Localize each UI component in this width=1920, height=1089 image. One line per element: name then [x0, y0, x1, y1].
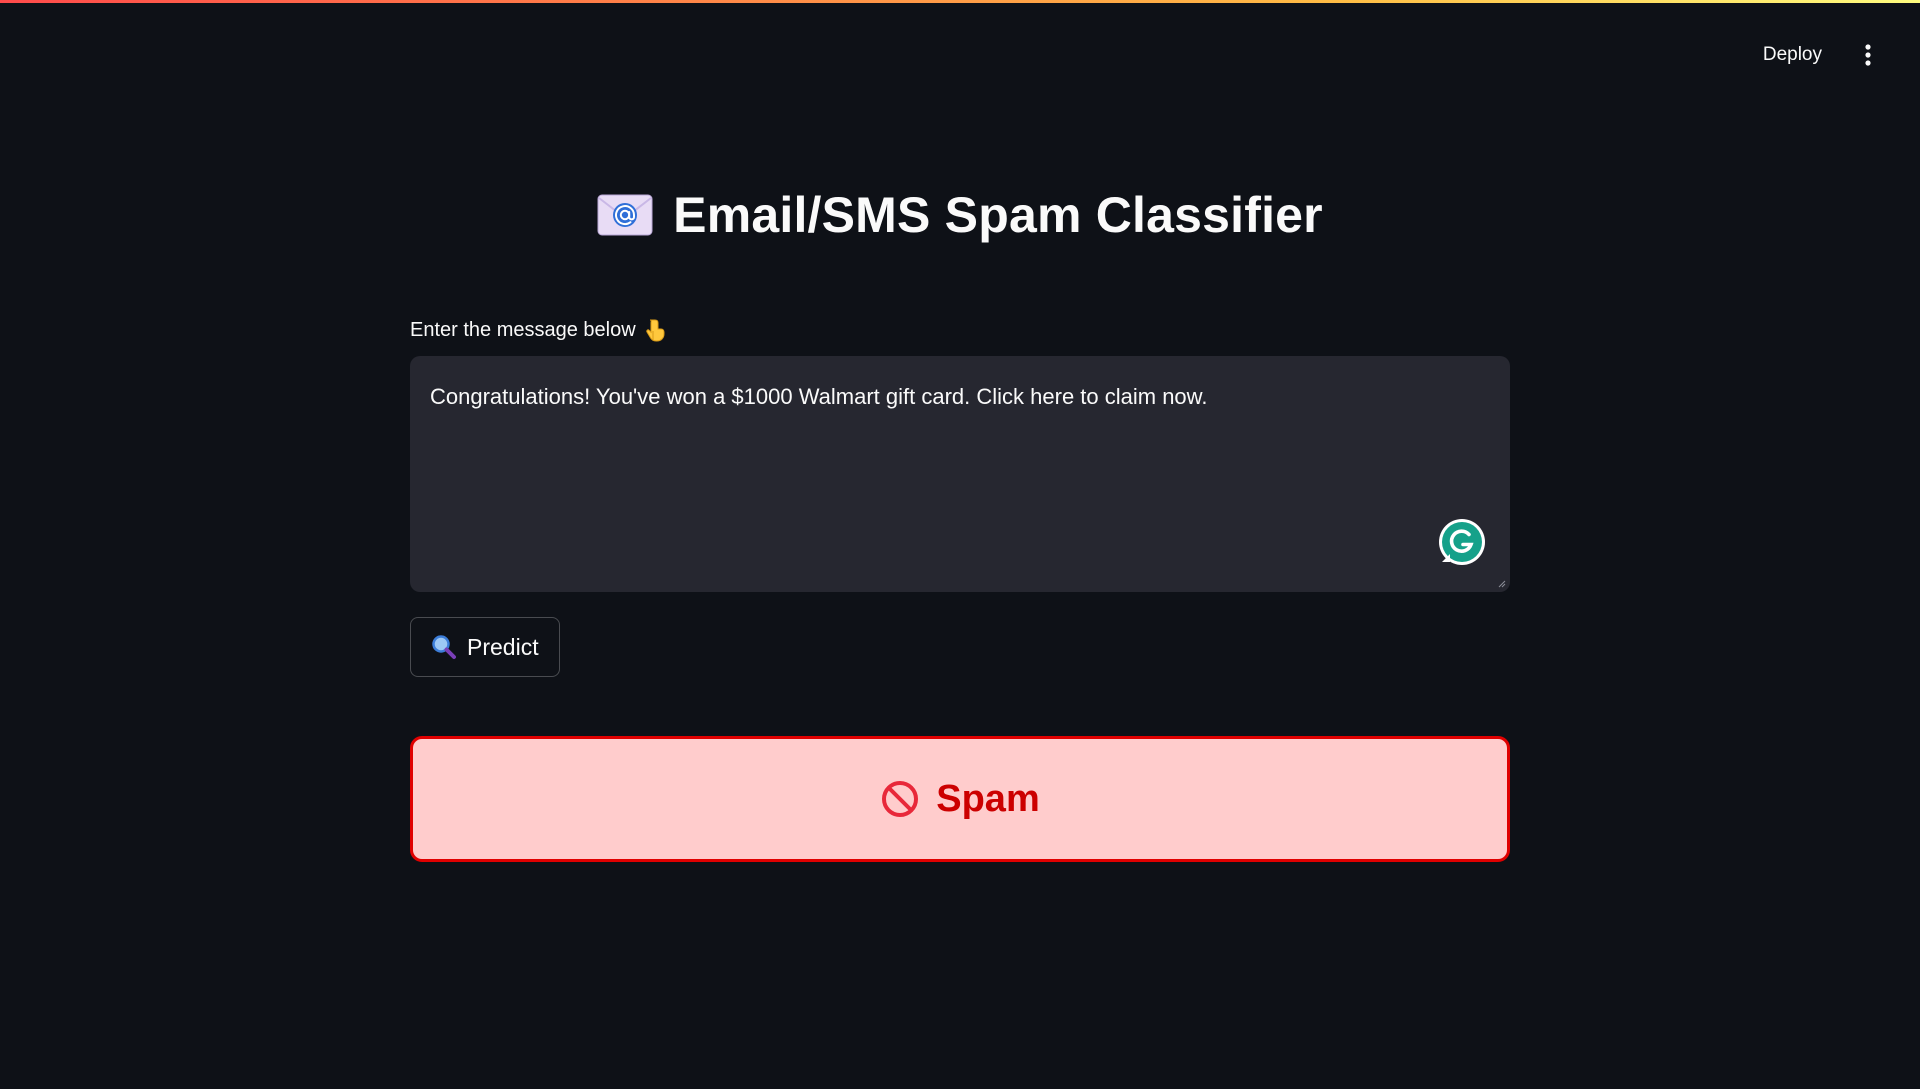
main-menu-button[interactable]	[1856, 35, 1880, 75]
prediction-result-label: Spam	[936, 777, 1040, 820]
kebab-menu-icon	[1865, 44, 1871, 66]
message-textarea[interactable]: Congratulations! You've won a $1000 Walm…	[410, 356, 1510, 592]
resize-handle-icon[interactable]	[1498, 580, 1506, 588]
pointing-down-hand-icon	[645, 319, 665, 342]
top-decoration-bar	[0, 0, 1920, 3]
app-toolbar: Deploy	[1749, 34, 1880, 76]
deploy-button[interactable]: Deploy	[1749, 34, 1836, 76]
message-input-container: Congratulations! You've won a $1000 Walm…	[410, 356, 1510, 592]
predict-button[interactable]: Predict	[410, 617, 560, 677]
prediction-result-box: Spam	[410, 736, 1510, 862]
title-row: Email/SMS Spam Classifier	[410, 186, 1510, 244]
message-label-text: Enter the message below	[410, 318, 636, 341]
grammarly-icon[interactable]	[1438, 518, 1486, 566]
prohibited-icon	[882, 781, 919, 817]
predict-button-label: Predict	[467, 633, 539, 660]
magnifying-glass-icon	[432, 635, 456, 659]
email-at-icon	[597, 194, 653, 236]
page-title: Email/SMS Spam Classifier	[673, 187, 1323, 243]
message-label: Enter the message below	[410, 318, 666, 342]
